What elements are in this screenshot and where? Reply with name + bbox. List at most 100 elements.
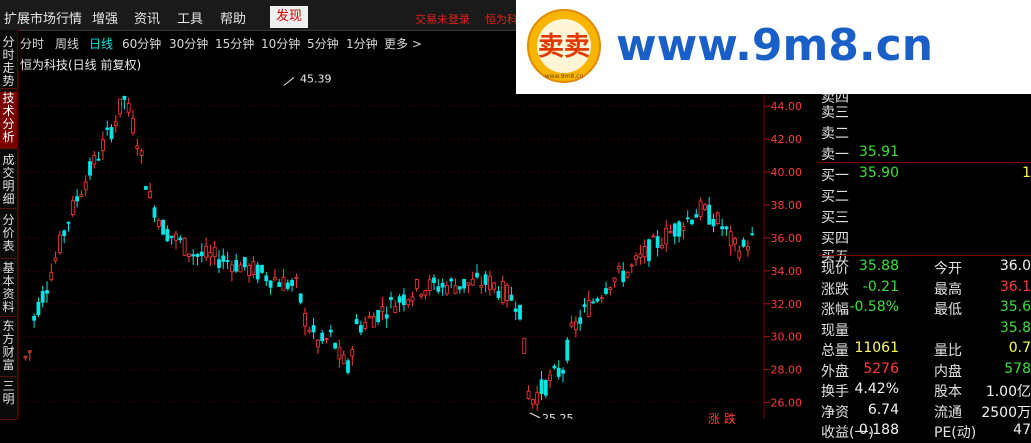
- candle-body: [294, 276, 299, 280]
- login-status[interactable]: 交易未登录: [415, 11, 470, 27]
- candle-body: [350, 349, 355, 357]
- candle-body: [328, 329, 333, 333]
- candle-body: [660, 244, 664, 249]
- candle-body: [449, 278, 454, 282]
- stat-label: 现价: [821, 261, 849, 277]
- stat-value: 35.88: [858, 258, 899, 274]
- period-weekly[interactable]: 周线: [55, 35, 79, 52]
- period-1min[interactable]: 1分钟: [346, 35, 378, 52]
- y-tick-label: 44.00: [771, 100, 803, 113]
- stat-row: 净资 6.74 流通 2500万: [818, 402, 1031, 423]
- stat-row: 现价 35.88 今开 36.0: [818, 258, 1031, 279]
- tab-intraday[interactable]: 分时走势: [0, 36, 17, 89]
- chart-y-axis: 26.00 28.00 30.00 32.00 34.00 36.00 38.00 40.00…: [18, 70, 802, 419]
- tab-basic-info[interactable]: 基本资料: [0, 262, 17, 317]
- candle-body: [574, 321, 578, 330]
- stat-label: 股本: [934, 384, 962, 400]
- stock-name-short: 恒为科: [485, 13, 518, 26]
- candle-body: [475, 272, 479, 278]
- candle-body: [608, 287, 613, 290]
- y-tick-label: 38.00: [771, 199, 803, 212]
- stat-label: 量比: [934, 343, 962, 359]
- menu-tools[interactable]: 工具: [177, 8, 203, 27]
- stat-value: 5276: [863, 360, 899, 377]
- banner-url[interactable]: www.9m8.cn: [616, 20, 933, 71]
- high-annotation: 45.39: [300, 72, 332, 85]
- candle-body: [543, 380, 548, 396]
- candle-body: [131, 118, 135, 134]
- stat-value: -0.21: [862, 278, 899, 295]
- candle-body: [397, 296, 402, 303]
- period-10min[interactable]: 10分钟: [261, 35, 300, 52]
- candlestick-chart[interactable]: 26.00 28.00 30.00 32.00 34.00 36.00 38.00 40.00…: [18, 70, 818, 419]
- candle-body: [272, 277, 277, 281]
- candle-body: [70, 200, 75, 215]
- candle-body: [229, 264, 234, 273]
- candle-body: [23, 356, 28, 359]
- menu-discover[interactable]: 发现: [270, 6, 308, 28]
- ask-label: 卖二: [821, 126, 849, 142]
- tab-sanming[interactable]: 三明: [0, 380, 17, 420]
- menu-news[interactable]: 资讯: [134, 8, 160, 27]
- left-tab-strip: 分时走势 技术分析 成交明细 分价表 基本资料 东方财富 三明: [0, 30, 18, 420]
- candle-body: [621, 270, 626, 282]
- period-15min[interactable]: 15分钟: [215, 35, 254, 52]
- candle-body: [88, 161, 92, 176]
- candle-body: [376, 310, 381, 323]
- candle-body: [586, 300, 591, 317]
- stat-label: 换手: [821, 384, 849, 400]
- tab-eastmoney[interactable]: 东方财富: [0, 320, 17, 377]
- period-30min[interactable]: 30分钟: [169, 35, 208, 52]
- candle-body: [728, 231, 733, 247]
- period-intraday[interactable]: 分时: [20, 35, 44, 52]
- stat-label: 最低: [934, 302, 962, 318]
- bid-label: 买一: [821, 168, 849, 184]
- candle-body: [285, 282, 290, 289]
- candle-body: [324, 338, 329, 341]
- period-5min[interactable]: 5分钟: [307, 35, 339, 52]
- stat-value: 1.00亿: [985, 384, 1031, 400]
- candle-body: [101, 139, 105, 151]
- candle-body: [487, 275, 492, 291]
- menu-enhance[interactable]: 增强: [92, 8, 118, 27]
- period-60min[interactable]: 60分钟: [122, 35, 161, 52]
- menu-help[interactable]: 帮助: [220, 8, 246, 27]
- logo-icon: 卖卖 www.9m8.cn: [527, 9, 601, 83]
- candle-body: [45, 290, 49, 294]
- candle-body: [647, 239, 651, 261]
- period-more[interactable]: 更多 >: [384, 35, 422, 52]
- candle-body: [238, 264, 243, 273]
- stat-label: 外盘: [821, 363, 849, 380]
- candle-body: [569, 322, 574, 327]
- candle-body: [711, 218, 716, 227]
- candle-body: [513, 308, 518, 312]
- quote-panel: 卖四 卖三 卖二 卖一 35.91 买一 35.90 1 买二 买三 买四 买五…: [818, 90, 1031, 441]
- candle-body: [410, 296, 415, 302]
- candle-body: [346, 360, 350, 373]
- candle-body: [169, 235, 174, 238]
- stat-value: 0.7: [1008, 340, 1031, 356]
- candle-body: [432, 277, 436, 283]
- stat-label: 内盘: [934, 363, 962, 380]
- candle-body: [604, 288, 608, 294]
- candle-body: [165, 229, 170, 242]
- tab-trade-details[interactable]: 成交明细: [0, 154, 17, 209]
- candle-body: [212, 246, 217, 258]
- candle-body: [565, 339, 570, 361]
- candle-body: [733, 238, 737, 245]
- candle-body: [617, 265, 621, 270]
- candle-body: [242, 256, 247, 268]
- period-daily[interactable]: 日线: [89, 35, 113, 52]
- y-tick-label: 32.00: [771, 298, 803, 311]
- stat-value: 4.42%: [854, 381, 899, 397]
- candle-body: [462, 278, 467, 289]
- menu-extended-market[interactable]: 扩展市场行情: [4, 8, 82, 27]
- chart-annotations: 45.39 25.25: [283, 72, 574, 419]
- tab-technical-analysis[interactable]: 技术分析: [0, 92, 17, 149]
- candle-body: [199, 251, 204, 257]
- candle-body: [79, 194, 84, 197]
- period-bar: 分时 周线 日线 60分钟 30分钟 15分钟 10分钟 5分钟 1分钟 更多 …: [18, 32, 518, 52]
- candle-body: [174, 233, 178, 241]
- stat-value: 36.1: [999, 278, 1031, 295]
- tab-price-table[interactable]: 分价表: [0, 214, 17, 259]
